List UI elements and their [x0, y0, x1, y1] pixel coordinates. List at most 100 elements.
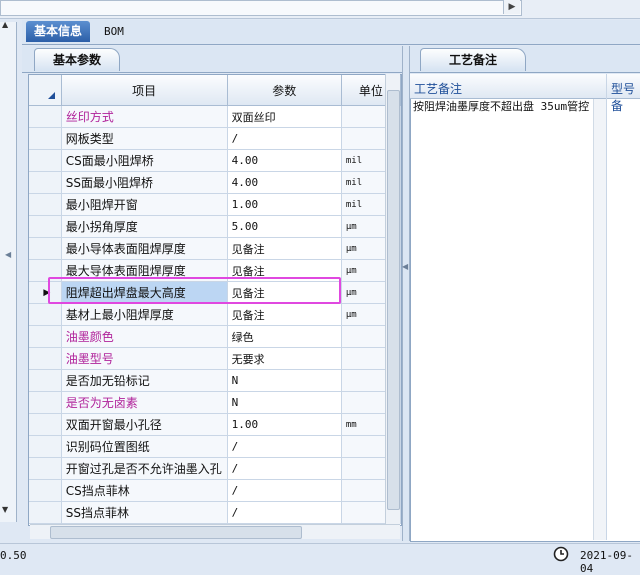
item-cell[interactable]: 双面开窗最小孔径 — [61, 413, 228, 436]
param-cell[interactable]: 4.00 — [227, 171, 342, 194]
table-row[interactable]: 最大导体表面阻焊厚度 见备注 μm — [29, 259, 401, 282]
item-cell[interactable]: 油墨型号 — [61, 347, 228, 370]
item-cell[interactable]: SS挡点菲林 — [61, 501, 228, 524]
splitter-grip-icon[interactable]: ◀ — [5, 250, 11, 259]
param-cell[interactable]: 见备注 — [227, 281, 342, 304]
param-cell[interactable]: 见备注 — [227, 237, 342, 260]
col-header-item[interactable]: 项目 — [61, 75, 228, 106]
item-cell[interactable]: 最小拐角厚度 — [61, 215, 228, 238]
param-cell[interactable]: 见备注 — [227, 259, 342, 282]
scroll-right-button[interactable]: ▶ — [503, 0, 520, 14]
row-indicator[interactable] — [29, 149, 62, 172]
table-row[interactable]: ▶ 阻焊超出焊盘最大高度 见备注 μm — [29, 281, 401, 304]
scroll-down-icon[interactable]: ▼ — [2, 505, 8, 514]
grid-vertical-scrollbar[interactable] — [385, 74, 400, 524]
param-cell[interactable]: 5.00 — [227, 215, 342, 238]
item-cell[interactable]: 是否加无铅标记 — [61, 369, 228, 392]
table-row[interactable]: 最小导体表面阻焊厚度 见备注 μm — [29, 237, 401, 260]
param-cell[interactable]: / — [227, 435, 342, 458]
item-cell[interactable]: 最小阻焊开窗 — [61, 193, 228, 216]
scroll-thumb[interactable] — [387, 90, 400, 510]
item-cell[interactable]: 网板类型 — [61, 127, 228, 150]
item-cell[interactable]: 识别码位置图纸 — [61, 435, 228, 458]
table-row[interactable]: CS面最小阻焊桥 4.00 mil — [29, 149, 401, 172]
table-row[interactable]: 是否为无卤素 N — [29, 391, 401, 414]
scroll-up-icon[interactable]: ▲ — [2, 20, 8, 29]
panel-splitter[interactable] — [402, 46, 410, 541]
table-row[interactable]: 最小拐角厚度 5.00 μm — [29, 215, 401, 238]
row-indicator[interactable] — [29, 259, 62, 282]
col-header-param[interactable]: 参数 — [227, 75, 342, 106]
grid-horizontal-scrollbar[interactable] — [30, 524, 400, 539]
row-indicator[interactable] — [29, 215, 62, 238]
param-cell[interactable]: 绿色 — [227, 325, 342, 348]
param-cell[interactable]: 见备注 — [227, 303, 342, 326]
table-row[interactable]: 网板类型 / — [29, 127, 401, 150]
table-row[interactable]: 开窗过孔是否不允许油墨入孔 / — [29, 457, 401, 480]
param-cell[interactable]: / — [227, 127, 342, 150]
row-indicator[interactable] — [29, 413, 62, 436]
row-indicator[interactable] — [29, 237, 62, 260]
left-side-panel — [0, 22, 17, 522]
param-cell[interactable]: N — [227, 369, 342, 392]
param-cell[interactable]: 1.00 — [227, 193, 342, 216]
row-indicator[interactable] — [29, 347, 62, 370]
col-header-model-note[interactable]: 型号备 — [611, 80, 640, 114]
params-grid: 项目 参数 单位 丝印方式 双面丝印 网板类型 / CS面最小阻焊桥 4.00 mil SS面… — [28, 74, 402, 526]
row-indicator[interactable] — [29, 303, 62, 326]
process-note-cell[interactable]: 按阻焊油墨厚度不超出盘 35um管控 — [413, 100, 593, 113]
item-cell[interactable]: 基材上最小阻焊厚度 — [61, 303, 228, 326]
table-row[interactable]: SS面最小阻焊桥 4.00 mil — [29, 171, 401, 194]
item-cell[interactable]: CS挡点菲林 — [61, 479, 228, 502]
table-row[interactable]: 最小阻焊开窗 1.00 mil — [29, 193, 401, 216]
table-row[interactable]: 油墨型号 无要求 — [29, 347, 401, 370]
item-cell[interactable]: 油墨颜色 — [61, 325, 228, 348]
tab-bom[interactable]: BOM — [96, 21, 132, 42]
item-cell[interactable]: CS面最小阻焊桥 — [61, 149, 228, 172]
param-cell[interactable]: / — [227, 479, 342, 502]
param-cell[interactable]: / — [227, 501, 342, 524]
row-indicator[interactable] — [29, 325, 62, 348]
tab-basic-info[interactable]: 基本信息 — [26, 21, 91, 42]
table-row[interactable]: 基材上最小阻焊厚度 见备注 μm — [29, 303, 401, 326]
col-header-process-note[interactable]: 工艺备注 — [414, 80, 462, 97]
table-row[interactable]: SS挡点菲林 / — [29, 501, 401, 524]
param-cell[interactable]: N — [227, 391, 342, 414]
item-cell[interactable]: 开窗过孔是否不允许油墨入孔 — [61, 457, 228, 480]
param-cell[interactable]: 1.00 — [227, 413, 342, 436]
tab-basic-params[interactable]: 基本参数 — [34, 48, 120, 71]
param-cell[interactable]: 双面丝印 — [227, 105, 342, 128]
row-indicator[interactable] — [29, 435, 62, 458]
table-row[interactable]: 双面开窗最小孔径 1.00 mm — [29, 413, 401, 436]
splitter-collapse-icon[interactable]: ◀ — [402, 262, 408, 271]
tab-process-notes[interactable]: 工艺备注 — [420, 48, 526, 71]
table-row[interactable]: 丝印方式 双面丝印 — [29, 105, 401, 128]
row-indicator[interactable] — [29, 369, 62, 392]
param-cell[interactable]: 4.00 — [227, 149, 342, 172]
row-indicator[interactable] — [29, 479, 62, 502]
table-row[interactable]: 油墨颜色 绿色 — [29, 325, 401, 348]
item-cell[interactable]: 丝印方式 — [61, 105, 228, 128]
row-indicator[interactable] — [29, 105, 62, 128]
param-cell[interactable]: 无要求 — [227, 347, 342, 370]
param-cell[interactable]: / — [227, 457, 342, 480]
row-indicator[interactable] — [29, 457, 62, 480]
scroll-thumb[interactable] — [50, 526, 302, 539]
notes-vertical-scrollbar[interactable] — [593, 99, 606, 540]
table-row[interactable]: 是否加无铅标记 N — [29, 369, 401, 392]
item-cell[interactable]: 是否为无卤素 — [61, 391, 228, 414]
item-cell[interactable]: 阻焊超出焊盘最大高度 — [61, 281, 228, 304]
table-row[interactable]: 识别码位置图纸 / — [29, 435, 401, 458]
column-divider[interactable] — [606, 74, 607, 540]
current-row-pointer-icon[interactable]: ▶ — [29, 281, 62, 304]
item-cell[interactable]: 最小导体表面阻焊厚度 — [61, 237, 228, 260]
row-indicator[interactable] — [29, 193, 62, 216]
item-cell[interactable]: 最大导体表面阻焊厚度 — [61, 259, 228, 282]
row-indicator[interactable] — [29, 171, 62, 194]
row-indicator[interactable] — [29, 391, 62, 414]
table-row[interactable]: CS挡点菲林 / — [29, 479, 401, 502]
row-indicator[interactable] — [29, 127, 62, 150]
top-toolbar: ▶ — [0, 0, 640, 19]
row-indicator[interactable] — [29, 501, 62, 524]
item-cell[interactable]: SS面最小阻焊桥 — [61, 171, 228, 194]
